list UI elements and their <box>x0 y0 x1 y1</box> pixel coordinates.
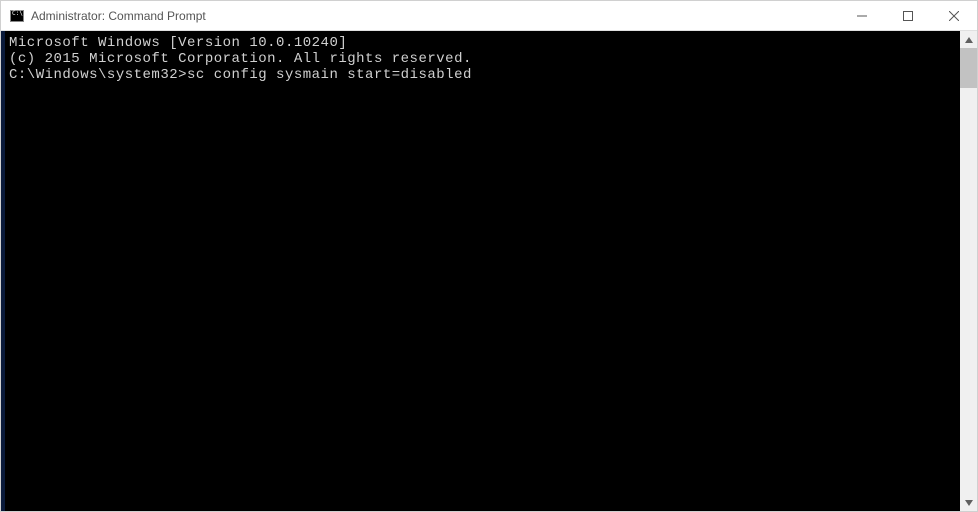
titlebar[interactable]: Administrator: Command Prompt <box>1 1 977 31</box>
terminal-area: Microsoft Windows [Version 10.0.10240](c… <box>1 31 977 511</box>
terminal-content[interactable]: Microsoft Windows [Version 10.0.10240](c… <box>5 31 960 511</box>
scroll-thumb[interactable] <box>960 48 977 88</box>
vertical-scrollbar[interactable] <box>960 31 977 511</box>
scroll-up-button[interactable] <box>960 31 977 48</box>
chevron-down-icon <box>965 500 973 506</box>
terminal-line: (c) 2015 Microsoft Corporation. All righ… <box>9 51 956 67</box>
command-text: sc config sysmain start=disabled <box>187 67 472 83</box>
prompt-text: C:\Windows\system32> <box>9 67 187 83</box>
maximize-icon <box>903 11 913 21</box>
maximize-button[interactable] <box>885 1 931 30</box>
terminal-line: Microsoft Windows [Version 10.0.10240] <box>9 35 956 51</box>
command-prompt-window: Administrator: Command Prompt Microsoft … <box>0 0 978 512</box>
prompt-line: C:\Windows\system32>sc config sysmain st… <box>9 67 956 83</box>
chevron-up-icon <box>965 37 973 43</box>
minimize-icon <box>857 11 867 21</box>
window-controls <box>839 1 977 30</box>
cmd-app-icon <box>9 8 25 24</box>
scroll-track[interactable] <box>960 48 977 494</box>
minimize-button[interactable] <box>839 1 885 30</box>
scroll-down-button[interactable] <box>960 494 977 511</box>
close-button[interactable] <box>931 1 977 30</box>
close-icon <box>949 11 959 21</box>
window-title: Administrator: Command Prompt <box>31 9 839 23</box>
